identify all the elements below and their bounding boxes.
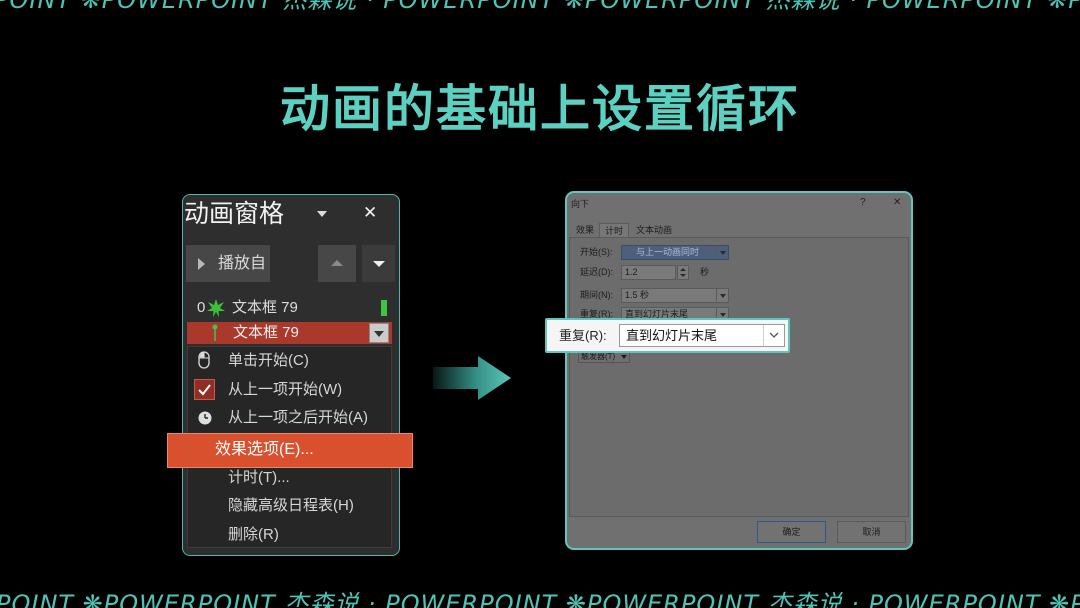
menu-item-hide-timeline[interactable]: 隐藏高级日程表(H) — [188, 492, 391, 520]
move-down-button[interactable] — [362, 245, 395, 282]
chevron-down-icon — [716, 289, 728, 302]
ok-button[interactable]: 确定 — [757, 521, 826, 543]
chevron-down-icon — [621, 355, 627, 359]
close-icon[interactable]: ✕ — [893, 197, 901, 209]
pane-title: 动画窗格 — [184, 200, 285, 228]
spin-down-icon — [680, 274, 686, 277]
menu-item-label: 计时(T)... — [228, 469, 290, 486]
callout-repeat-select[interactable]: 直到幻灯片末尾 — [619, 324, 785, 347]
bottom-banner-text: POINT ❋POWERPOINT 杰森说 · POWERPOINT ❋POWE… — [0, 590, 1080, 608]
pane-options-dropdown-icon[interactable] — [317, 211, 327, 217]
duration-label: 期间(N): — [580, 290, 613, 300]
right-arrow-icon — [433, 356, 511, 400]
play-icon — [198, 258, 205, 270]
spin-up-icon — [680, 268, 686, 271]
arrow-up-icon — [331, 260, 343, 266]
tab-timing[interactable]: 计时 — [599, 223, 629, 237]
menu-item-start-after-previous[interactable]: 从上一项之后开始(A) — [188, 404, 391, 432]
duration-value: 1.5 秒 — [625, 290, 650, 300]
chevron-down-icon — [374, 331, 384, 337]
menu-item-label: 删除(R) — [228, 526, 279, 543]
menu-item-delete[interactable]: 删除(R) — [188, 521, 391, 549]
repeat-callout: 重复(R): 直到幻灯片末尾 — [545, 318, 790, 353]
start-select[interactable]: 与上一动画同时 — [621, 245, 729, 260]
animation-pane: 动画窗格 ✕ 播放自 0 文本框 79 文本框 79 单击开始(C) 从上一项开… — [182, 194, 400, 556]
menu-item-start-on-click[interactable]: 单击开始(C) — [188, 347, 391, 375]
menu-item-timing[interactable]: 计时(T)... — [188, 464, 391, 492]
start-label: 开始(S): — [580, 247, 613, 257]
cancel-button[interactable]: 取消 — [837, 521, 906, 543]
play-from-button[interactable]: 播放自 — [186, 245, 270, 282]
animation-item-selected[interactable]: 文本框 79 — [187, 322, 392, 344]
dialog-content — [569, 237, 909, 517]
top-banner: POINT ❋POWERPOINT 杰森说 · POWERPOINT ❋POWE… — [0, 0, 1080, 14]
move-up-button[interactable] — [318, 245, 356, 282]
delay-label: 延迟(D): — [580, 267, 613, 277]
callout-repeat-label: 重复(R): — [559, 328, 607, 343]
delay-input[interactable]: 1.2 — [621, 265, 676, 280]
animation-item-label: 文本框 79 — [233, 324, 299, 341]
menu-item-label: 从上一项之后开始(A) — [228, 409, 368, 426]
menu-item-label: 从上一项开始(W) — [228, 381, 343, 398]
top-banner-text: POINT ❋POWERPOINT 杰森说 · POWERPOINT ❋POWE… — [0, 0, 1080, 14]
star-effect-icon — [207, 299, 225, 317]
menu-item-start-with-previous[interactable]: 从上一项开始(W) — [188, 376, 391, 404]
delay-unit: 秒 — [700, 267, 710, 277]
slide: POINT ❋POWERPOINT 杰森说 · POWERPOINT ❋POWE… — [0, 0, 1080, 608]
menu-item-label: 单击开始(C) — [228, 352, 309, 369]
checkmark-icon — [194, 379, 215, 400]
pane-close-icon[interactable]: ✕ — [363, 201, 377, 225]
dialog-title: 向下 — [571, 199, 590, 209]
help-icon[interactable]: ? — [860, 197, 866, 209]
effect-options-dialog: 向下 ? ✕ 效果 计时 文本动画 开始(S): 与上一动画同时 延迟(D): … — [565, 191, 913, 550]
delay-spinner[interactable] — [677, 265, 689, 280]
animation-item-label: 文本框 79 — [232, 299, 298, 316]
mouse-icon — [198, 351, 210, 369]
animation-item[interactable]: 0 文本框 79 — [187, 297, 392, 319]
timing-bar — [381, 300, 387, 316]
start-value: 与上一动画同时 — [636, 247, 700, 257]
menu-item-label: 隐藏高级日程表(H) — [228, 497, 354, 514]
chevron-down-icon — [716, 246, 728, 259]
animation-item-index: 0 — [197, 299, 206, 316]
callout-repeat-value: 直到幻灯片末尾 — [626, 328, 718, 343]
motion-path-icon — [212, 324, 218, 341]
tab-text-animation[interactable]: 文本动画 — [633, 223, 675, 237]
chevron-down-icon — [763, 325, 784, 346]
play-from-label: 播放自 — [218, 255, 267, 272]
bottom-banner: POINT ❋POWERPOINT 杰森说 · POWERPOINT ❋POWE… — [0, 590, 1080, 608]
tab-effect[interactable]: 效果 — [573, 223, 597, 237]
menu-item-label: 效果选项(E)... — [215, 441, 314, 458]
item-dropdown-button[interactable] — [369, 323, 389, 343]
duration-select[interactable]: 1.5 秒 — [621, 288, 729, 303]
slide-title: 动画的基础上设置循环 — [280, 80, 800, 138]
arrow-down-icon — [373, 261, 385, 267]
clock-icon — [198, 411, 212, 425]
menu-item-effect-options[interactable]: 效果选项(E)... — [167, 433, 413, 468]
